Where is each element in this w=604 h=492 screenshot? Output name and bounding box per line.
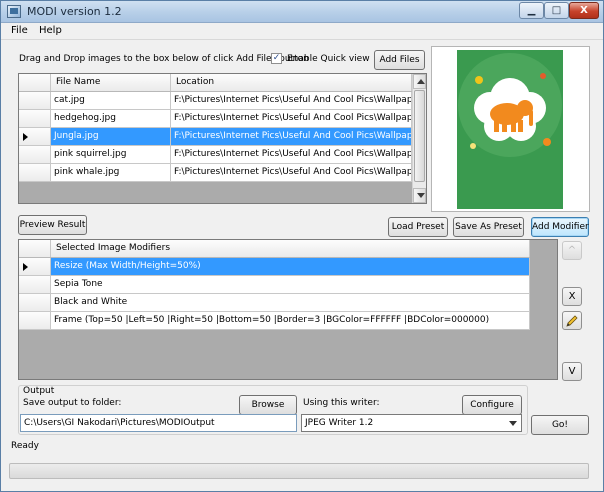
file-grid[interactable]: File Name Location cat.jpg F:\Pictures\I… — [18, 73, 427, 204]
modifier-cell[interactable]: Sepia Tone — [51, 276, 530, 293]
pencil-icon — [566, 315, 578, 327]
load-preset-button[interactable]: Load Preset — [388, 217, 448, 237]
chevron-down-icon — [509, 421, 517, 426]
preview-dot — [475, 76, 483, 84]
file-name-cell[interactable]: pink squirrel.jpg — [51, 146, 171, 163]
title-bar[interactable]: MODI version 1.2 ▁ □ X — [1, 1, 603, 23]
browse-button[interactable]: Browse — [239, 395, 297, 415]
file-location-cell[interactable]: F:\Pictures\Internet Pics\Useful And Coo… — [171, 92, 412, 109]
list-item-selected[interactable]: Resize (Max Width/Height=50%) — [19, 258, 530, 276]
list-item[interactable]: Frame (Top=50 |Left=50 |Right=50 |Bottom… — [19, 312, 530, 330]
file-location-cell[interactable]: F:\Pictures\Internet Pics\Useful And Coo… — [171, 128, 412, 145]
edit-modifier-button[interactable] — [562, 311, 582, 330]
preview-dot — [470, 143, 476, 149]
list-item[interactable]: Black and White — [19, 294, 530, 312]
writer-label: Using this writer: — [303, 398, 380, 408]
row-header[interactable] — [19, 110, 51, 127]
enable-quick-view-checkbox[interactable]: ✓ — [271, 53, 282, 64]
scroll-up-button[interactable] — [413, 74, 426, 89]
table-row[interactable]: hedgehog.jpg F:\Pictures\Internet Pics\U… — [19, 110, 412, 128]
modifier-cell[interactable]: Black and White — [51, 294, 530, 311]
progress-bar — [9, 463, 589, 479]
menu-help[interactable]: Help — [39, 25, 62, 36]
move-down-button[interactable]: V — [562, 362, 582, 381]
window-title: MODI version 1.2 — [27, 5, 122, 18]
app-icon — [7, 5, 21, 18]
writer-select[interactable]: JPEG Writer 1.2 — [301, 414, 522, 432]
output-group-label: Output — [21, 386, 57, 396]
move-up-button[interactable]: ^ — [562, 241, 582, 260]
file-name-cell[interactable]: hedgehog.jpg — [51, 110, 171, 127]
file-grid-vertical-scrollbar[interactable] — [412, 74, 426, 203]
close-button[interactable]: X — [569, 2, 599, 19]
list-item[interactable]: Sepia Tone — [19, 276, 530, 294]
file-name-cell[interactable]: pink whale.jpg — [51, 164, 171, 181]
status-text: Ready — [11, 441, 39, 451]
modifiers-grid-header: Selected Image Modifiers — [19, 240, 530, 258]
table-row[interactable]: pink whale.jpg F:\Pictures\Internet Pics… — [19, 164, 412, 182]
table-row[interactable]: cat.jpg F:\Pictures\Internet Pics\Useful… — [19, 92, 412, 110]
scroll-down-icon — [417, 193, 425, 198]
column-file-name[interactable]: File Name — [51, 74, 171, 91]
menu-file[interactable]: File — [11, 25, 28, 36]
row-header[interactable] — [19, 128, 51, 145]
image-preview — [431, 46, 590, 212]
file-grid-header: File Name Location — [19, 74, 412, 92]
modifier-cell[interactable]: Frame (Top=50 |Left=50 |Right=50 |Bottom… — [51, 312, 530, 329]
preview-dot — [543, 138, 551, 146]
table-row-selected[interactable]: Jungla.jpg F:\Pictures\Internet Pics\Use… — [19, 128, 412, 146]
row-header[interactable] — [19, 164, 51, 181]
row-header[interactable] — [19, 294, 51, 311]
file-location-cell[interactable]: F:\Pictures\Internet Pics\Useful And Coo… — [171, 146, 412, 163]
remove-modifier-button[interactable]: X — [562, 287, 582, 306]
file-name-cell[interactable]: Jungla.jpg — [51, 128, 171, 145]
minimize-button[interactable]: ▁ — [519, 2, 544, 19]
row-header[interactable] — [19, 312, 51, 329]
current-row-arrow-icon — [23, 263, 28, 271]
modifiers-grid-corner — [19, 240, 51, 257]
save-output-label: Save output to folder: — [23, 398, 122, 408]
column-selected-image-modifiers[interactable]: Selected Image Modifiers — [51, 240, 530, 257]
preview-dot — [540, 73, 546, 79]
save-as-preset-button[interactable]: Save As Preset — [453, 217, 524, 237]
enable-quick-view-label: Enable Quick view — [287, 54, 370, 64]
configure-button[interactable]: Configure — [462, 395, 522, 415]
maximize-button[interactable]: □ — [544, 2, 569, 19]
scroll-up-icon — [417, 79, 425, 84]
output-folder-input[interactable]: C:\Users\GI Nakodari\Pictures\MODIOutput — [20, 414, 297, 432]
scroll-down-button[interactable] — [413, 188, 426, 203]
scroll-thumb[interactable] — [414, 90, 425, 182]
row-header[interactable] — [19, 276, 51, 293]
file-name-cell[interactable]: cat.jpg — [51, 92, 171, 109]
preview-result-button[interactable]: Preview Result — [18, 215, 87, 235]
add-files-button[interactable]: Add Files — [374, 50, 425, 70]
file-location-cell[interactable]: F:\Pictures\Internet Pics\Useful And Coo… — [171, 164, 412, 181]
current-row-arrow-icon — [23, 133, 28, 141]
column-location[interactable]: Location — [171, 74, 412, 91]
add-modifier-button[interactable]: Add Modifier — [531, 217, 589, 237]
table-row[interactable]: pink squirrel.jpg F:\Pictures\Internet P… — [19, 146, 412, 164]
file-location-cell[interactable]: F:\Pictures\Internet Pics\Useful And Coo… — [171, 110, 412, 127]
menu-bar: File Help — [1, 23, 603, 40]
modifier-cell[interactable]: Resize (Max Width/Height=50%) — [51, 258, 530, 275]
file-grid-corner — [19, 74, 51, 91]
row-header[interactable] — [19, 258, 51, 275]
app-window: MODI version 1.2 ▁ □ X File Help Drag an… — [0, 0, 604, 492]
writer-select-value: JPEG Writer 1.2 — [305, 418, 374, 428]
row-header[interactable] — [19, 92, 51, 109]
row-header[interactable] — [19, 146, 51, 163]
preview-image — [457, 50, 563, 209]
modifiers-grid[interactable]: Selected Image Modifiers Resize (Max Wid… — [18, 239, 558, 380]
drag-drop-instruction: Drag and Drop images to the box below of… — [19, 54, 309, 64]
go-button[interactable]: Go! — [531, 415, 589, 435]
